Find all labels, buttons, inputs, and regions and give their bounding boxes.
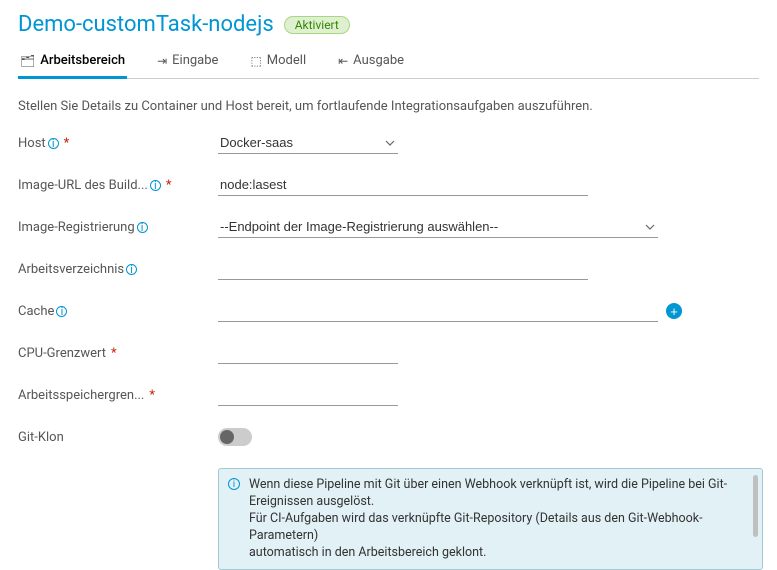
model-icon: ⬚ (250, 54, 261, 68)
info-text-line1: Wenn diese Pipeline mit Git über einen W… (249, 477, 727, 509)
row-mem-limit: Arbeitsspeichergren...* (18, 384, 759, 406)
cache-add-button[interactable]: + (666, 303, 682, 319)
mem-limit-input[interactable] (218, 384, 398, 406)
label-image-registry: Image-Registrierungi (18, 220, 218, 235)
tab-label: Eingabe (172, 53, 218, 68)
label-workdir: Arbeitsverzeichnisi (18, 262, 218, 277)
label-git-clone: Git-Klon (18, 430, 218, 445)
cpu-limit-input[interactable] (218, 342, 398, 364)
info-icon[interactable]: i (48, 138, 59, 149)
workdir-input[interactable] (218, 258, 588, 280)
label-mem-limit: Arbeitsspeichergren...* (18, 388, 218, 403)
label-cpu-limit: CPU-Grenzwert* (18, 346, 218, 361)
tab-eingabe[interactable]: ⇥ Eingabe (155, 47, 220, 79)
required-marker: * (166, 178, 172, 193)
git-clone-info-box: i Wenn diese Pipeline mit Git über einen… (218, 468, 763, 570)
label-image-url: Image-URL des Build...i* (18, 178, 218, 193)
host-select[interactable]: Docker-saas (218, 132, 398, 154)
required-marker: * (64, 136, 70, 151)
info-icon[interactable]: i (150, 180, 161, 191)
info-scrollbar[interactable] (753, 475, 758, 537)
row-image-url: Image-URL des Build...i* (18, 174, 759, 196)
row-git-clone: Git-Klon (18, 426, 759, 448)
status-badge: Aktiviert (284, 16, 350, 34)
tab-modell[interactable]: ⬚ Modell (248, 47, 308, 79)
page-header: Demo-customTask-nodejs Aktiviert (18, 12, 759, 37)
image-registry-select[interactable]: --Endpoint der Image-Registrierung auswä… (218, 216, 658, 238)
row-host: Hosti* Docker-saas (18, 132, 759, 154)
tab-arbeitsbereich[interactable]: 🗂 Arbeitsbereich (18, 47, 127, 79)
row-cache: Cachei + (18, 300, 759, 322)
row-workdir: Arbeitsverzeichnisi (18, 258, 759, 280)
git-clone-toggle[interactable] (218, 428, 252, 446)
tab-bar: 🗂 Arbeitsbereich ⇥ Eingabe ⬚ Modell ⇤ Au… (18, 47, 759, 79)
intro-text: Stellen Sie Details zu Container und Hos… (18, 99, 759, 114)
info-icon: i (228, 478, 240, 490)
label-cache: Cachei (18, 304, 218, 319)
tab-label: Modell (267, 53, 306, 68)
info-text-line3: automatisch in den Arbeitsbereich geklon… (249, 545, 486, 560)
workspace-icon: 🗂 (20, 54, 35, 68)
label-host: Hosti* (18, 136, 218, 151)
info-icon[interactable]: i (137, 222, 148, 233)
tab-label: Arbeitsbereich (40, 53, 125, 68)
cache-input[interactable] (218, 300, 658, 322)
required-marker: * (149, 388, 155, 403)
input-icon: ⇥ (157, 54, 167, 68)
tab-label: Ausgabe (353, 53, 404, 68)
required-marker: * (111, 346, 117, 361)
output-icon: ⇤ (338, 54, 348, 68)
image-url-input[interactable] (218, 174, 588, 196)
info-icon[interactable]: i (126, 264, 137, 275)
toggle-knob (220, 430, 234, 444)
row-image-registry: Image-Registrierungi --Endpoint der Imag… (18, 216, 759, 238)
page-title: Demo-customTask-nodejs (18, 12, 274, 37)
row-cpu-limit: CPU-Grenzwert* (18, 342, 759, 364)
info-icon[interactable]: i (56, 306, 67, 317)
tab-ausgabe[interactable]: ⇤ Ausgabe (336, 47, 406, 79)
